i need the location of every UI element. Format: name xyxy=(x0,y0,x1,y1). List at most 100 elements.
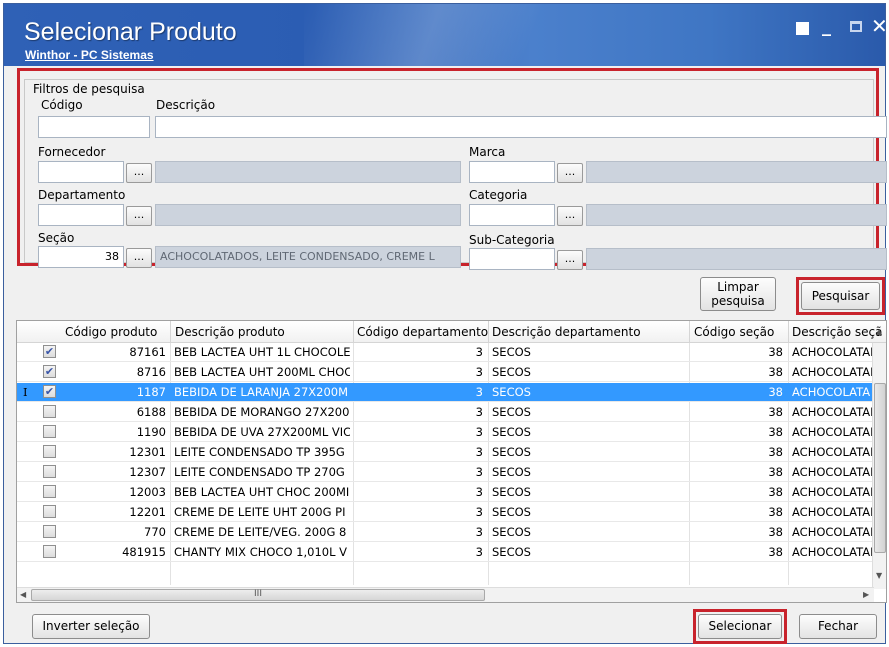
cell-codigo-produto: 481915 xyxy=(122,545,166,559)
invert-selection-button[interactable]: Inverter seleção xyxy=(32,614,150,639)
cell-descricao-produto: CREME DE LEITE UHT 200G PI xyxy=(174,505,346,519)
edit-icon[interactable] xyxy=(796,22,809,35)
scroll-up-icon[interactable]: ▲ xyxy=(876,327,882,336)
fornecedor-lookup-button[interactable]: ... xyxy=(126,163,152,183)
clear-search-button[interactable]: Limpar pesquisa xyxy=(700,277,776,311)
cell-codigo-secao: 38 xyxy=(768,385,783,399)
select-button[interactable]: Selecionar xyxy=(698,614,782,639)
horizontal-scrollbar[interactable]: ◀ III ▶ xyxy=(17,587,874,602)
table-row[interactable]: ✔ 87161 BEB LACTEA UHT 1L CHOCOLE 3 SECOS 38 A… xyxy=(17,343,874,362)
table-row[interactable]: 481915 CHANTY MIX CHOCO 1,010L V 3 SECOS 38 A… xyxy=(17,543,874,562)
secao-desc-field: ACHOCOLATADOS, LEITE CONDENSADO, CREME L xyxy=(155,246,461,268)
cell-codigo-departamento: 3 xyxy=(475,505,483,519)
vertical-scroll-thumb[interactable] xyxy=(874,383,886,553)
cell-codigo-produto: 12307 xyxy=(129,465,166,479)
cell-descricao-departamento: SECOS xyxy=(492,525,531,539)
cell-descricao-secao: ACHOCOLATAI xyxy=(792,545,874,559)
table-row[interactable]: ✔ 8716 BEB LACTEA UHT 200ML CHOC 3 SECOS 38 AC… xyxy=(17,363,874,382)
maximize-button[interactable] xyxy=(850,21,862,32)
row-checkbox[interactable] xyxy=(43,405,56,418)
vertical-scrollbar[interactable]: ▼ xyxy=(872,343,886,589)
table-row[interactable]: 1190 BEBIDA DE UVA 27X200ML VIC 3 SECOS 38 AC… xyxy=(17,423,874,442)
row-checkbox[interactable] xyxy=(43,525,56,538)
subcategoria-lookup-button[interactable]: ... xyxy=(557,250,583,270)
search-filters-highlight: Filtros de pesquisa Código Descrição For… xyxy=(17,68,887,270)
codigo-label: Código xyxy=(41,98,83,112)
col-separator xyxy=(488,321,489,343)
cell-descricao-secao: ACHOCOLATAI xyxy=(792,345,874,359)
categoria-desc-field xyxy=(586,204,887,226)
row-checkbox[interactable]: ✔ xyxy=(43,365,56,378)
cell-codigo-secao: 38 xyxy=(768,465,783,479)
table-row[interactable]: I ✔ 1187 BEBIDA DE LARANJA 27X200M 3 SECOS 38 A… xyxy=(17,383,874,402)
row-checkbox[interactable] xyxy=(43,485,56,498)
cell-descricao-departamento: SECOS xyxy=(492,485,531,499)
row-checkbox[interactable] xyxy=(43,445,56,458)
row-checkbox[interactable] xyxy=(43,545,56,558)
col-codigo-secao[interactable]: Código seção xyxy=(694,325,774,339)
search-button[interactable]: Pesquisar xyxy=(801,282,880,310)
subcategoria-code-input[interactable] xyxy=(469,248,555,270)
scroll-right-icon[interactable]: ▶ xyxy=(863,590,869,599)
cell-codigo-produto: 1190 xyxy=(136,425,166,439)
row-checkbox[interactable] xyxy=(43,425,56,438)
row-checkbox[interactable]: ✔ xyxy=(43,345,56,358)
marca-desc-field xyxy=(586,161,887,183)
row-checkbox[interactable] xyxy=(43,465,56,478)
cell-descricao-produto: BEBIDA DE UVA 27X200ML VIC xyxy=(174,425,350,439)
horizontal-scroll-thumb[interactable]: III xyxy=(31,589,485,601)
secao-code-input[interactable]: 38 xyxy=(38,246,124,268)
cell-codigo-departamento: 3 xyxy=(475,405,483,419)
col-codigo-departamento[interactable]: Código departamento xyxy=(357,325,488,339)
categoria-lookup-button[interactable]: ... xyxy=(557,206,583,226)
col-descricao-departamento[interactable]: Descrição departamento xyxy=(492,325,641,339)
cell-codigo-produto: 770 xyxy=(144,525,166,539)
products-grid[interactable]: Código produto Descrição produto Código … xyxy=(16,320,887,603)
cell-codigo-secao: 38 xyxy=(768,345,783,359)
cell-codigo-departamento: 3 xyxy=(475,485,483,499)
descricao-label: Descrição xyxy=(156,98,216,112)
col-separator xyxy=(689,321,690,343)
cell-descricao-produto: BEB LACTEA UHT 1L CHOCOLE xyxy=(174,345,350,359)
categoria-code-input[interactable] xyxy=(469,204,555,226)
row-checkbox[interactable] xyxy=(43,505,56,518)
table-row[interactable]: 12301 LEITE CONDENSADO TP 395G 3 SECOS 38 ACH… xyxy=(17,443,874,462)
marca-label: Marca xyxy=(469,145,506,159)
table-row[interactable]: 6188 BEBIDA DE MORANGO 27X200 3 SECOS 38 ACHO… xyxy=(17,403,874,422)
col-separator xyxy=(170,321,171,343)
descricao-input[interactable] xyxy=(155,116,887,138)
departamento-code-input[interactable] xyxy=(38,204,124,226)
col-separator xyxy=(788,321,789,343)
cell-descricao-departamento: SECOS xyxy=(492,425,531,439)
cell-codigo-departamento: 3 xyxy=(475,385,483,399)
codigo-input[interactable] xyxy=(38,116,150,138)
table-row[interactable]: 12003 BEB LACTEA UHT CHOC 200MI 3 SECOS 38 AC… xyxy=(17,483,874,502)
departamento-label: Departamento xyxy=(38,188,126,202)
fornecedor-code-input[interactable] xyxy=(38,161,124,183)
col-codigo-produto[interactable]: Código produto xyxy=(65,325,157,339)
table-row[interactable]: 12307 LEITE CONDENSADO TP 270G 3 SECOS 38 ACH… xyxy=(17,463,874,482)
col-descricao-secao[interactable]: Descrição seçã xyxy=(792,325,882,339)
cell-codigo-produto: 8716 xyxy=(136,365,166,379)
departamento-lookup-button[interactable]: ... xyxy=(126,206,152,226)
cell-descricao-produto: BEBIDA DE MORANGO 27X200 xyxy=(174,405,350,419)
grid-header: Código produto Descrição produto Código … xyxy=(17,321,886,343)
table-row[interactable]: 12201 CREME DE LEITE UHT 200G PI 3 SECOS 38 A… xyxy=(17,503,874,522)
cell-descricao-departamento: SECOS xyxy=(492,465,531,479)
table-row[interactable]: 770 CREME DE LEITE/VEG. 200G 8 3 SECOS 38 ACH… xyxy=(17,523,874,542)
col-descricao-produto[interactable]: Descrição produto xyxy=(175,325,285,339)
cell-descricao-secao: ACHOCOLATAI xyxy=(792,405,874,419)
marca-lookup-button[interactable]: ... xyxy=(557,163,583,183)
close-button[interactable]: ✕ xyxy=(871,16,885,36)
marca-code-input[interactable] xyxy=(469,161,555,183)
row-checkbox[interactable]: ✔ xyxy=(43,385,56,398)
col-separator xyxy=(353,321,354,343)
minimize-button[interactable]: _ xyxy=(822,18,831,36)
cell-descricao-secao: ACHOCOLATA xyxy=(792,385,871,399)
title-bar[interactable]: Selecionar Produto Winthor - PC Sistemas… xyxy=(4,4,885,66)
cell-descricao-produto: BEBIDA DE LARANJA 27X200M xyxy=(174,385,349,399)
close-dialog-button[interactable]: Fechar xyxy=(799,614,877,639)
scroll-left-icon[interactable]: ◀ xyxy=(20,590,26,599)
scroll-down-icon[interactable]: ▼ xyxy=(876,571,882,580)
secao-lookup-button[interactable]: ... xyxy=(126,248,152,268)
